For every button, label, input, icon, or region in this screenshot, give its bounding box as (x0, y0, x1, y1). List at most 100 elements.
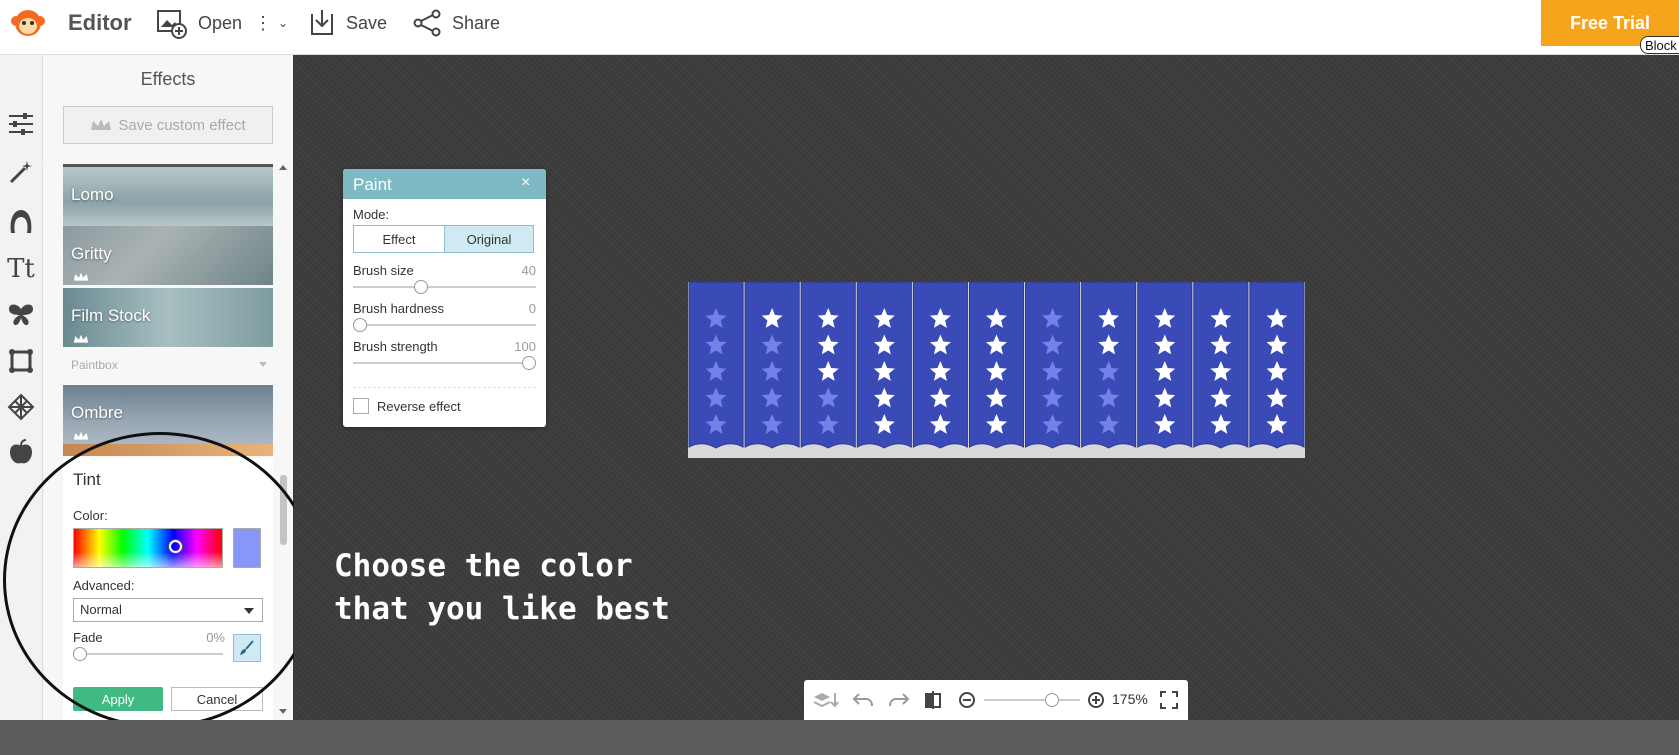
paint-dialog-header[interactable]: Paint × (343, 169, 546, 199)
fade-value: 0% (206, 630, 225, 645)
effect-tile-film-stock[interactable]: Film Stock (63, 288, 273, 347)
compare-icon[interactable] (918, 680, 948, 720)
effect-label: Lomo (71, 185, 114, 204)
open-button[interactable]: Open ⋮ ⌄ (156, 0, 288, 46)
scroll-down-arrow[interactable] (279, 709, 287, 714)
crown-icon (73, 272, 89, 281)
adjust-sliders-icon[interactable] (4, 107, 38, 141)
paint-title: Paint (353, 175, 392, 194)
undo-icon[interactable] (848, 680, 878, 720)
reverse-effect-checkbox[interactable] (353, 398, 369, 414)
brush-size-track[interactable] (353, 286, 536, 288)
share-label: Share (452, 12, 501, 33)
mode-original-button[interactable]: Original (444, 225, 534, 253)
mode-effect-button[interactable]: Effect (353, 225, 445, 253)
fullscreen-icon[interactable] (1154, 680, 1184, 720)
scroll-up-arrow[interactable] (279, 165, 287, 170)
apply-button[interactable]: Apply (73, 687, 163, 711)
brush-strength-label: Brush strength (353, 339, 438, 354)
color-label: Color: (73, 508, 108, 523)
brush-hardness-track[interactable] (353, 324, 536, 326)
crown-icon (73, 334, 89, 343)
selected-color-swatch[interactable] (233, 528, 261, 568)
section-label: Paintbox (71, 358, 118, 372)
footer-strip (0, 720, 1679, 755)
effect-label: Film Stock (71, 306, 151, 325)
block-tag[interactable]: Block (1640, 36, 1679, 54)
paint-brush-icon (240, 640, 254, 655)
effect-tile-lomo[interactable]: Lomo (63, 164, 273, 226)
caret-down-icon (244, 608, 254, 614)
zoom-slider-knob[interactable] (1045, 693, 1059, 707)
save-custom-effect-button[interactable]: Save custom effect (63, 106, 273, 144)
paint-dialog: Paint × Mode: Effect Original Brush size… (343, 169, 546, 427)
brush-hardness-value: 0 (528, 301, 536, 316)
texture-icon[interactable] (4, 390, 38, 424)
brush-strength-value: 100 (514, 339, 536, 354)
effect-label: Ombre (71, 403, 123, 422)
touch-up-face-icon[interactable] (4, 204, 38, 238)
zoom-slider-track[interactable] (984, 699, 1080, 701)
zoom-level: 175% (1112, 691, 1148, 707)
save-custom-label: Save custom effect (118, 116, 246, 134)
image-add-icon (157, 10, 187, 39)
crown-icon (73, 431, 89, 440)
instruction-caption: Choose the color that you like best (334, 548, 670, 627)
fade-label: Fade (73, 630, 103, 645)
redo-icon[interactable] (884, 680, 914, 720)
caret-down-icon (259, 362, 267, 367)
butterfly-icon[interactable] (4, 298, 38, 332)
section-header-paintbox[interactable]: Paintbox (71, 358, 271, 372)
chevron-down-icon[interactable]: ⌄ (278, 16, 288, 30)
zoom-out-icon[interactable] (954, 680, 980, 720)
effect-tile-ombre[interactable]: Ombre (63, 385, 273, 444)
fade-slider-track[interactable] (73, 653, 223, 655)
edited-photo (688, 282, 1305, 458)
fade-slider-knob[interactable] (73, 647, 87, 661)
divider (353, 387, 536, 388)
brush-hardness-label: Brush hardness (353, 301, 445, 316)
reverse-effect-label: Reverse effect (377, 399, 461, 414)
crown-icon (91, 119, 112, 130)
effect-label: Gritty (71, 244, 112, 263)
monkey-logo-icon (11, 10, 45, 36)
zoom-in-icon[interactable] (1083, 680, 1109, 720)
download-icon (311, 10, 333, 35)
panel-title: Effects (140, 69, 196, 89)
zoom-toolbar: 175% (804, 680, 1188, 720)
brush-size-knob[interactable] (414, 280, 428, 294)
tint-panel: Tint Color: Advanced: Normal Fade 0% App… (63, 458, 273, 720)
brush-size-value: 40 (521, 263, 536, 278)
tint-title: Tint (73, 470, 101, 489)
close-icon[interactable]: × (521, 174, 530, 192)
more-options-icon[interactable]: ⋮ (254, 13, 272, 34)
brush-strength-knob[interactable] (522, 356, 536, 370)
scrollbar-thumb[interactable] (280, 475, 287, 545)
save-button[interactable]: Save (308, 0, 387, 46)
open-label: Open (198, 12, 243, 33)
tool-rail: Tt (0, 55, 44, 720)
frame-icon[interactable] (4, 344, 38, 378)
blend-mode-select[interactable]: Normal (73, 598, 263, 622)
top-bar: Editor Open ⋮ ⌄ Save Share Free Trial Bl… (0, 0, 1679, 55)
blend-mode-value: Normal (80, 602, 122, 617)
color-spectrum-picker[interactable] (73, 528, 223, 568)
cancel-button[interactable]: Cancel (171, 687, 263, 711)
magic-wand-icon[interactable] (4, 155, 38, 189)
app-logo[interactable]: Editor (8, 0, 132, 46)
apple-seasonal-icon[interactable] (4, 435, 38, 469)
layers-icon[interactable] (808, 680, 844, 720)
brush-strength-track[interactable] (353, 362, 536, 364)
paint-brush-button[interactable] (233, 634, 261, 662)
save-label: Save (346, 12, 388, 33)
mode-label: Mode: (353, 207, 390, 222)
effect-tile-gritty[interactable]: Gritty (63, 226, 273, 285)
app-title: Editor (68, 10, 132, 35)
share-button[interactable]: Share (412, 0, 500, 46)
share-icon (413, 9, 441, 37)
effect-tile-partial[interactable] (63, 444, 273, 456)
brush-size-label: Brush size (353, 263, 414, 278)
brush-hardness-knob[interactable] (353, 318, 367, 332)
text-icon[interactable]: Tt (4, 252, 38, 286)
color-picker-handle[interactable] (169, 540, 182, 553)
